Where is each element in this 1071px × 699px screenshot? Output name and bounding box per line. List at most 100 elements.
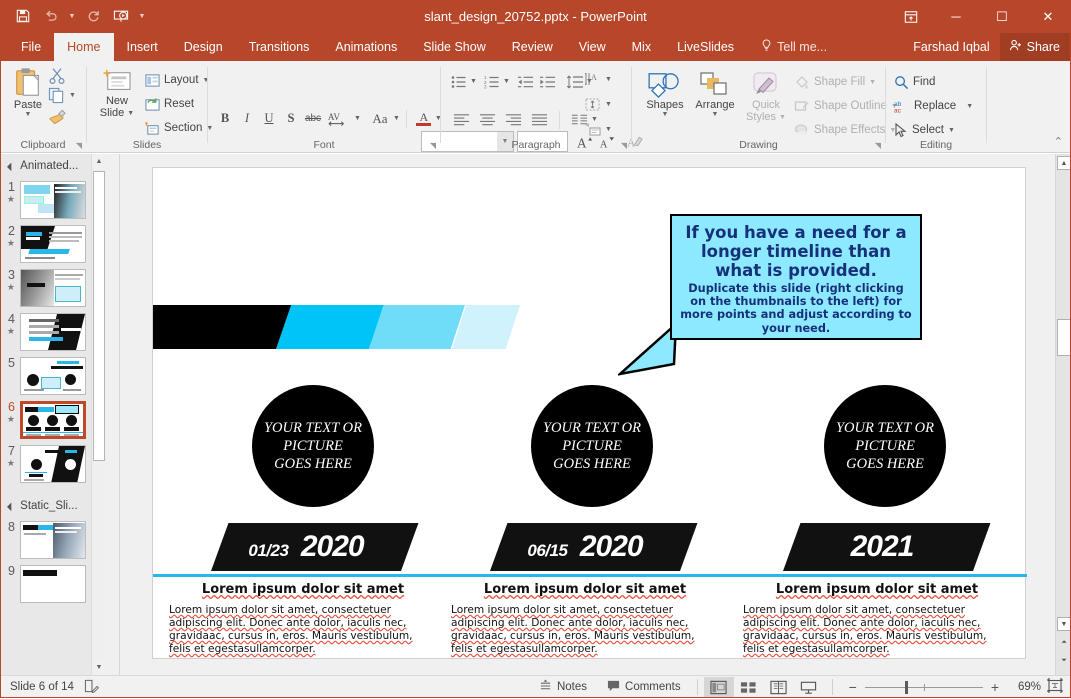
text-column-3[interactable]: Lorem ipsum dolor sit amet Lorem ipsum d… <box>743 582 1011 656</box>
reading-view-button[interactable] <box>764 677 794 698</box>
tab-file[interactable]: File <box>8 33 54 61</box>
shapes-dropdown-icon[interactable]: ▼ <box>662 111 669 118</box>
shape-outline-button[interactable]: Shape Outline ▼ <box>794 95 898 117</box>
slide-thumbnail[interactable] <box>20 225 86 263</box>
zoom-slider-handle[interactable] <box>905 681 908 694</box>
paragraph-dialog-launcher[interactable]: ◥ <box>621 141 627 150</box>
slide-thumbnail[interactable] <box>20 269 86 307</box>
timeline-circle-1[interactable]: YOUR TEXT OR PICTURE GOES HERE <box>252 385 374 507</box>
change-case-button[interactable]: Aa <box>367 108 393 129</box>
timeline-circle-3[interactable]: YOUR TEXT OR PICTURE GOES HERE <box>824 385 946 507</box>
slide-thumbnail[interactable] <box>20 521 86 559</box>
slide-thumbnail[interactable] <box>20 445 86 483</box>
align-right-button[interactable] <box>500 109 526 130</box>
date-banner-1[interactable]: 01/23 2020 <box>211 523 401 571</box>
text-shadow-button[interactable]: S <box>280 108 302 129</box>
minimize-button[interactable]: ─ <box>933 0 979 33</box>
next-slide-button[interactable]: ⏷ <box>1056 653 1071 669</box>
increase-indent-button[interactable] <box>537 71 559 92</box>
slide-thumbnail[interactable] <box>20 313 86 351</box>
thumbnails-scrollbar[interactable]: ▲ ▼ <box>91 154 105 675</box>
tab-review[interactable]: Review <box>499 33 566 61</box>
character-spacing-button[interactable]: AV <box>324 108 354 129</box>
font-dialog-launcher[interactable]: ◥ <box>430 141 436 150</box>
tab-animations[interactable]: Animations <box>322 33 410 61</box>
scrollbar-thumb[interactable] <box>93 171 105 461</box>
zoom-slider[interactable] <box>865 676 983 699</box>
section-header-static[interactable]: ◤ Static_Sli... <box>0 486 105 518</box>
slide-sorter-button[interactable] <box>734 677 764 698</box>
user-name[interactable]: Farshad Iqbal <box>913 40 999 54</box>
convert-to-smartart-dropdown-icon[interactable]: ▼ <box>605 126 612 133</box>
quick-styles-dropdown-icon[interactable]: ▼ <box>779 114 786 121</box>
zoom-out-button[interactable]: − <box>841 679 865 695</box>
tab-design[interactable]: Design <box>171 33 236 61</box>
align-text-dropdown-icon[interactable]: ▼ <box>605 101 612 108</box>
drawing-dialog-launcher[interactable]: ◥ <box>875 141 881 150</box>
arrange-dropdown-icon[interactable]: ▼ <box>712 111 719 118</box>
numbering-dropdown-icon[interactable]: ▼ <box>503 78 510 85</box>
slide-editing-surface[interactable]: If you have a need for a longer timeline… <box>152 167 1026 659</box>
zoom-in-button[interactable]: + <box>983 679 1007 695</box>
replace-button[interactable]: abac Replace ▼ <box>894 95 973 117</box>
character-spacing-dropdown-icon[interactable]: ▼ <box>354 115 361 122</box>
section-button[interactable]: Section ▼ <box>145 117 213 139</box>
maximize-button[interactable]: ☐ <box>979 0 1025 33</box>
quick-styles-button[interactable]: Quick Styles ▼ <box>740 71 792 123</box>
collapse-ribbon-icon[interactable]: ⌃ <box>1054 135 1063 148</box>
previous-slide-button[interactable]: ⏶ <box>1056 635 1071 651</box>
format-painter-button[interactable] <box>48 108 67 126</box>
copy-dropdown-icon[interactable]: ▼ <box>65 92 76 99</box>
slide-indicator[interactable]: Slide 6 of 14 <box>10 681 74 693</box>
tab-slide-show[interactable]: Slide Show <box>410 33 499 61</box>
slide-thumbnail[interactable] <box>20 565 86 603</box>
slide-scrollbar[interactable]: ▲ ▼ ⏶ ⏷ <box>1055 154 1071 675</box>
section-header-animated[interactable]: ◤ Animated... <box>0 154 105 178</box>
copy-button[interactable]: ▼ <box>48 87 76 104</box>
slide-thumbnail[interactable] <box>20 357 86 395</box>
align-center-button[interactable] <box>474 109 500 130</box>
bullets-dropdown-icon[interactable]: ▼ <box>470 78 477 85</box>
align-text-button[interactable] <box>581 94 605 115</box>
select-dropdown-icon[interactable]: ▼ <box>948 127 955 134</box>
shapes-button[interactable]: Shapes ▼ <box>640 71 690 118</box>
justify-button[interactable] <box>526 109 552 130</box>
list-item[interactable]: 6 ★ <box>0 398 105 442</box>
shape-fill-button[interactable]: Shape Fill ▼ <box>794 71 876 93</box>
text-direction-button[interactable]: A <box>581 69 605 90</box>
align-left-button[interactable] <box>448 109 474 130</box>
scrollbar-thumb[interactable] <box>1057 319 1071 356</box>
date-banner-3[interactable]: 2021 <box>783 523 973 571</box>
normal-view-button[interactable] <box>704 677 734 698</box>
numbering-button[interactable]: 123 <box>481 71 503 92</box>
close-button[interactable]: ✕ <box>1025 0 1071 33</box>
zoom-percentage[interactable]: 69% <box>1007 681 1047 693</box>
callout-textbox[interactable]: If you have a need for a longer timeline… <box>670 214 922 340</box>
scroll-up-icon[interactable]: ▲ <box>92 154 105 169</box>
strikethrough-button[interactable]: abc <box>302 108 324 129</box>
list-item[interactable]: 8 <box>0 518 105 562</box>
tab-view[interactable]: View <box>566 33 619 61</box>
font-color-button[interactable]: A <box>413 108 435 129</box>
change-case-dropdown-icon[interactable]: ▼ <box>393 115 400 122</box>
slide-thumbnail[interactable] <box>20 181 86 219</box>
scroll-down-icon[interactable]: ▼ <box>1057 617 1071 631</box>
tell-me-box[interactable]: Tell me... <box>747 33 827 61</box>
list-item[interactable]: 4 ★ <box>0 310 105 354</box>
text-direction-dropdown-icon[interactable]: ▼ <box>605 76 612 83</box>
shape-fill-dropdown-icon[interactable]: ▼ <box>869 79 876 86</box>
tab-transitions[interactable]: Transitions <box>236 33 323 61</box>
tab-insert[interactable]: Insert <box>114 33 171 61</box>
section-collapse-icon[interactable]: ◤ <box>6 501 17 512</box>
fit-slide-icon[interactable] <box>1047 678 1063 696</box>
bullets-button[interactable] <box>448 71 470 92</box>
scroll-down-icon[interactable]: ▼ <box>92 660 105 675</box>
comments-button[interactable]: Comments <box>597 676 691 699</box>
list-item[interactable]: 9 <box>0 562 105 606</box>
list-item[interactable]: 2 ★ <box>0 222 105 266</box>
cut-button[interactable] <box>48 67 66 85</box>
tab-home[interactable]: Home <box>54 33 113 61</box>
clipboard-dialog-launcher[interactable]: ◥ <box>76 141 82 150</box>
tab-liveslides[interactable]: LiveSlides <box>664 33 747 61</box>
timeline-circle-2[interactable]: YOUR TEXT OR PICTURE GOES HERE <box>531 385 653 507</box>
